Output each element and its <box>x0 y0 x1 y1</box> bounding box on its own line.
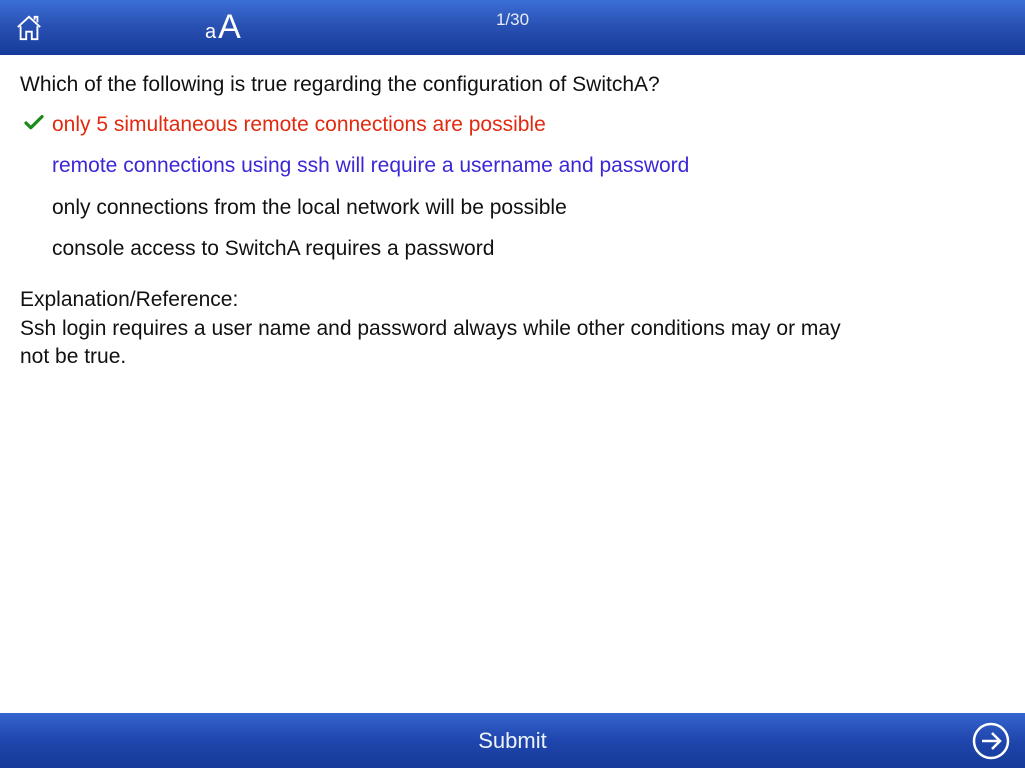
font-size-big-a: A <box>218 8 241 47</box>
font-size-button[interactable]: a A <box>205 8 241 47</box>
answer-option[interactable]: console access to SwitchA requires a pas… <box>24 235 1005 262</box>
home-button[interactable] <box>12 11 46 45</box>
question-counter: 1/30 <box>496 10 529 30</box>
top-bar: a A 1/30 <box>0 0 1025 55</box>
answer-list: only 5 simultaneous remote connections a… <box>24 111 1005 262</box>
answer-text: only 5 simultaneous remote connections a… <box>52 111 546 138</box>
question-text: Which of the following is true regarding… <box>20 73 1005 97</box>
content-area: Which of the following is true regarding… <box>0 55 1025 371</box>
explanation-title: Explanation/Reference: <box>20 286 850 314</box>
bottom-bar: Submit <box>0 713 1025 768</box>
answer-text: only connections from the local network … <box>52 194 567 221</box>
check-icon <box>24 115 44 131</box>
home-icon <box>14 14 44 42</box>
answer-option[interactable]: remote connections using ssh will requir… <box>24 152 1005 179</box>
explanation-block: Explanation/Reference: Ssh login require… <box>20 286 850 371</box>
submit-button[interactable]: Submit <box>478 728 546 754</box>
answer-option[interactable]: only 5 simultaneous remote connections a… <box>24 111 1005 138</box>
explanation-body: Ssh login requires a user name and passw… <box>20 315 850 372</box>
answer-option[interactable]: only connections from the local network … <box>24 194 1005 221</box>
arrow-right-circle-icon <box>971 721 1011 761</box>
answer-text: console access to SwitchA requires a pas… <box>52 235 494 262</box>
answer-text: remote connections using ssh will requir… <box>52 152 689 179</box>
font-size-small-a: a <box>205 21 216 44</box>
next-button[interactable] <box>971 721 1011 761</box>
